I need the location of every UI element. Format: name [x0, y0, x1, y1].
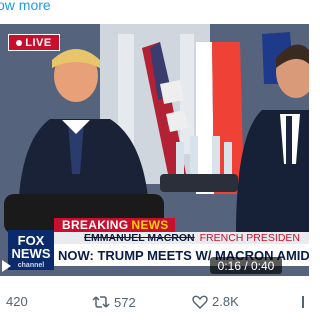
repost-icon [92, 296, 110, 308]
speaker-role: FRENCH PRESIDEN [199, 232, 300, 244]
reply-button[interactable]: 420 [6, 294, 28, 309]
post-action-bar: 420 572 2.8K [0, 290, 309, 316]
video-timestamp: 0:16 / 0:40 [210, 257, 282, 274]
speaker-name: EMMANUEL MACRON [84, 232, 195, 244]
heart-icon [192, 295, 208, 309]
live-label: LIVE [25, 36, 52, 49]
repost-button[interactable]: 572 [92, 294, 136, 310]
logo-line-2: NEWS [11, 246, 51, 261]
like-button[interactable]: 2.8K [192, 294, 239, 309]
like-count: 2.8K [212, 294, 239, 309]
name-strap: EMMANUEL MACRON FRENCH PRESIDEN [54, 232, 309, 244]
logo-line-3: channel [17, 262, 45, 269]
reply-count: 420 [6, 294, 28, 309]
views-icon [302, 296, 304, 308]
show-more-link[interactable]: ow more [0, 0, 51, 13]
live-badge: LIVE [8, 34, 60, 51]
play-icon[interactable] [2, 260, 11, 272]
breaking-news-banner: BREAKING NEWS [54, 218, 175, 232]
news-label: NEWS [131, 218, 169, 232]
fox-news-logo: FOX NEWS channel [8, 230, 54, 270]
video-player[interactable]: LIVE BREAKING NEWS EMMANUEL MACRON FRENC… [0, 24, 309, 276]
live-dot-icon [16, 39, 23, 46]
repost-count: 572 [114, 294, 136, 310]
views-button[interactable] [301, 294, 307, 310]
breaking-label: BREAKING [62, 218, 129, 232]
